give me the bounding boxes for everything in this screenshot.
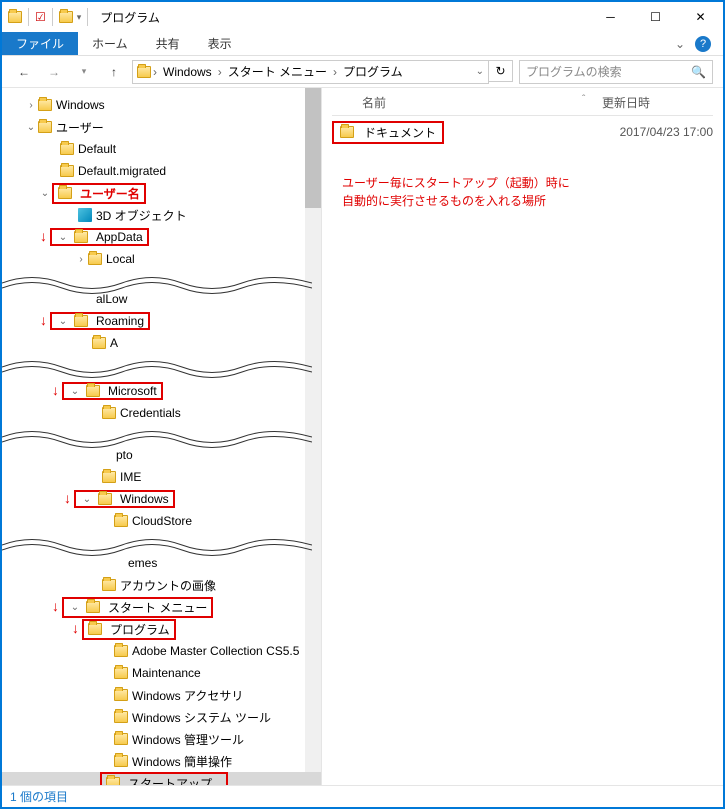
maximize-button[interactable]: ☐ bbox=[633, 2, 678, 32]
tree-node[interactable]: ⌄ユーザー bbox=[2, 116, 321, 138]
chevron-down-icon[interactable]: ⌄ bbox=[38, 188, 52, 199]
up-button[interactable]: ↑ bbox=[102, 60, 126, 84]
tree-node[interactable]: Credentials bbox=[2, 402, 321, 424]
back-button[interactable]: ← bbox=[12, 60, 36, 84]
tab-share[interactable]: 共有 bbox=[142, 32, 194, 55]
ribbon-expand-icon[interactable]: ⌄ bbox=[675, 37, 685, 51]
column-date[interactable]: 更新日時 bbox=[602, 94, 712, 111]
address-dropdown-icon[interactable]: ⌄ bbox=[476, 66, 484, 77]
tree-node[interactable]: Adobe Master Collection CS5.5 bbox=[2, 640, 321, 662]
chevron-down-icon[interactable]: ⌄ bbox=[24, 122, 38, 133]
tree-node[interactable]: ›Windows bbox=[2, 94, 321, 116]
breadcrumb[interactable]: プログラム bbox=[339, 61, 407, 83]
tree-node-fragment: alLow bbox=[2, 288, 321, 310]
arrow-down-icon: ↓ bbox=[40, 228, 47, 244]
file-list[interactable]: 名前 ˆ 更新日時 ドキュメント 2017/04/23 17:00 ユーザー毎に… bbox=[322, 88, 723, 785]
tree-node[interactable]: Windows 管理ツール bbox=[2, 728, 321, 750]
forward-button[interactable]: → bbox=[42, 60, 66, 84]
title-bar: ☑ ▾ プログラム ─ ☐ ✕ bbox=[2, 2, 723, 32]
column-headers[interactable]: 名前 ˆ 更新日時 bbox=[332, 94, 713, 116]
navigation-bar: ← → ▾ ↑ › Windows › スタート メニュー › プログラム ⌄ … bbox=[2, 56, 723, 88]
tree-node[interactable]: 3D オブジェクト bbox=[2, 204, 321, 226]
tree-node[interactable]: ↓⌄AppData bbox=[2, 226, 321, 248]
chevron-right-icon[interactable]: › bbox=[74, 254, 88, 265]
arrow-down-icon: ↓ bbox=[52, 598, 59, 614]
column-name[interactable]: 名前 bbox=[332, 94, 582, 111]
status-bar: 1 個の項目 bbox=[2, 785, 723, 807]
arrow-down-icon: ↓ bbox=[52, 382, 59, 398]
tree-node[interactable]: Windows システム ツール bbox=[2, 706, 321, 728]
tree-node-selected[interactable]: スタートアップ bbox=[2, 772, 321, 785]
navigation-tree[interactable]: ›Windows ⌄ユーザー Default Default.migrated … bbox=[2, 88, 322, 785]
close-button[interactable]: ✕ bbox=[678, 2, 723, 32]
window-title: プログラム bbox=[100, 9, 160, 26]
tree-node[interactable]: ↓⌄スタート メニュー bbox=[2, 596, 321, 618]
chevron-down-icon[interactable]: ⌄ bbox=[68, 602, 82, 613]
tree-node[interactable]: ↓プログラム bbox=[2, 618, 321, 640]
file-date: 2017/04/23 17:00 bbox=[620, 125, 713, 139]
search-input[interactable]: プログラムの検索 🔍 bbox=[519, 60, 713, 84]
address-bar[interactable]: › Windows › スタート メニュー › プログラム ⌄ bbox=[132, 60, 489, 84]
tree-node[interactable]: Windows アクセサリ bbox=[2, 684, 321, 706]
tab-file[interactable]: ファイル bbox=[2, 32, 78, 55]
qat-dropdown-icon[interactable]: ▾ bbox=[77, 12, 82, 23]
tree-node-fragment: pto bbox=[2, 444, 321, 466]
tree-node[interactable]: アカウントの画像 bbox=[2, 574, 321, 596]
sort-indicator-icon: ˆ bbox=[582, 94, 602, 111]
search-icon: 🔍 bbox=[691, 65, 706, 79]
breadcrumb[interactable]: スタート メニュー bbox=[224, 61, 331, 83]
tab-view[interactable]: 表示 bbox=[194, 32, 246, 55]
tab-home[interactable]: ホーム bbox=[78, 32, 142, 55]
tree-node[interactable]: ↓⌄Roaming bbox=[2, 310, 321, 332]
file-name: ドキュメント bbox=[364, 124, 436, 141]
arrow-down-icon: ↓ bbox=[40, 312, 47, 328]
tree-node[interactable]: CloudStore bbox=[2, 510, 321, 532]
properties-icon[interactable]: ☑ bbox=[35, 10, 46, 24]
tree-node[interactable]: IME bbox=[2, 466, 321, 488]
location-icon bbox=[137, 66, 151, 78]
chevron-right-icon[interactable]: › bbox=[24, 100, 38, 111]
quick-access-toolbar: ☑ ▾ bbox=[8, 8, 92, 26]
tree-node-fragment: A bbox=[2, 332, 321, 354]
app-icon bbox=[8, 11, 22, 23]
tree-node[interactable]: ↓⌄Windows bbox=[2, 488, 321, 510]
minimize-button[interactable]: ─ bbox=[588, 2, 633, 32]
chevron-down-icon[interactable]: ⌄ bbox=[68, 386, 82, 397]
wave-divider bbox=[2, 354, 321, 380]
breadcrumb[interactable]: Windows bbox=[159, 61, 216, 83]
folder-icon bbox=[340, 126, 354, 138]
recent-dropdown[interactable]: ▾ bbox=[72, 60, 96, 84]
arrow-down-icon: ↓ bbox=[64, 490, 71, 506]
item-count: 1 個の項目 bbox=[10, 788, 68, 805]
tree-node[interactable]: Windows 簡単操作 bbox=[2, 750, 321, 772]
annotation-text: ユーザー毎にスタートアップ（起動）時に 自動的に実行させるものを入れる場所 bbox=[342, 174, 713, 210]
chevron-down-icon[interactable]: ⌄ bbox=[80, 494, 94, 505]
ribbon: ファイル ホーム 共有 表示 ⌄ ? bbox=[2, 32, 723, 56]
folder-icon bbox=[59, 11, 73, 23]
tree-node[interactable]: ↓⌄Microsoft bbox=[2, 380, 321, 402]
chevron-down-icon[interactable]: ⌄ bbox=[56, 232, 70, 243]
refresh-button[interactable]: ↻ bbox=[489, 60, 513, 82]
tree-node[interactable]: Default bbox=[2, 138, 321, 160]
tree-node[interactable]: ›Local bbox=[2, 248, 321, 270]
chevron-down-icon[interactable]: ⌄ bbox=[56, 316, 70, 327]
list-item[interactable]: ドキュメント 2017/04/23 17:00 bbox=[332, 120, 713, 144]
help-icon[interactable]: ? bbox=[695, 36, 711, 52]
tree-node[interactable]: Maintenance bbox=[2, 662, 321, 684]
cube-icon bbox=[78, 208, 92, 222]
tree-node[interactable]: ⌄ユーザー名 bbox=[2, 182, 321, 204]
tree-node-fragment: emes bbox=[2, 552, 321, 574]
tree-node[interactable]: Default.migrated bbox=[2, 160, 321, 182]
search-placeholder: プログラムの検索 bbox=[526, 63, 691, 80]
arrow-down-icon: ↓ bbox=[72, 620, 79, 636]
